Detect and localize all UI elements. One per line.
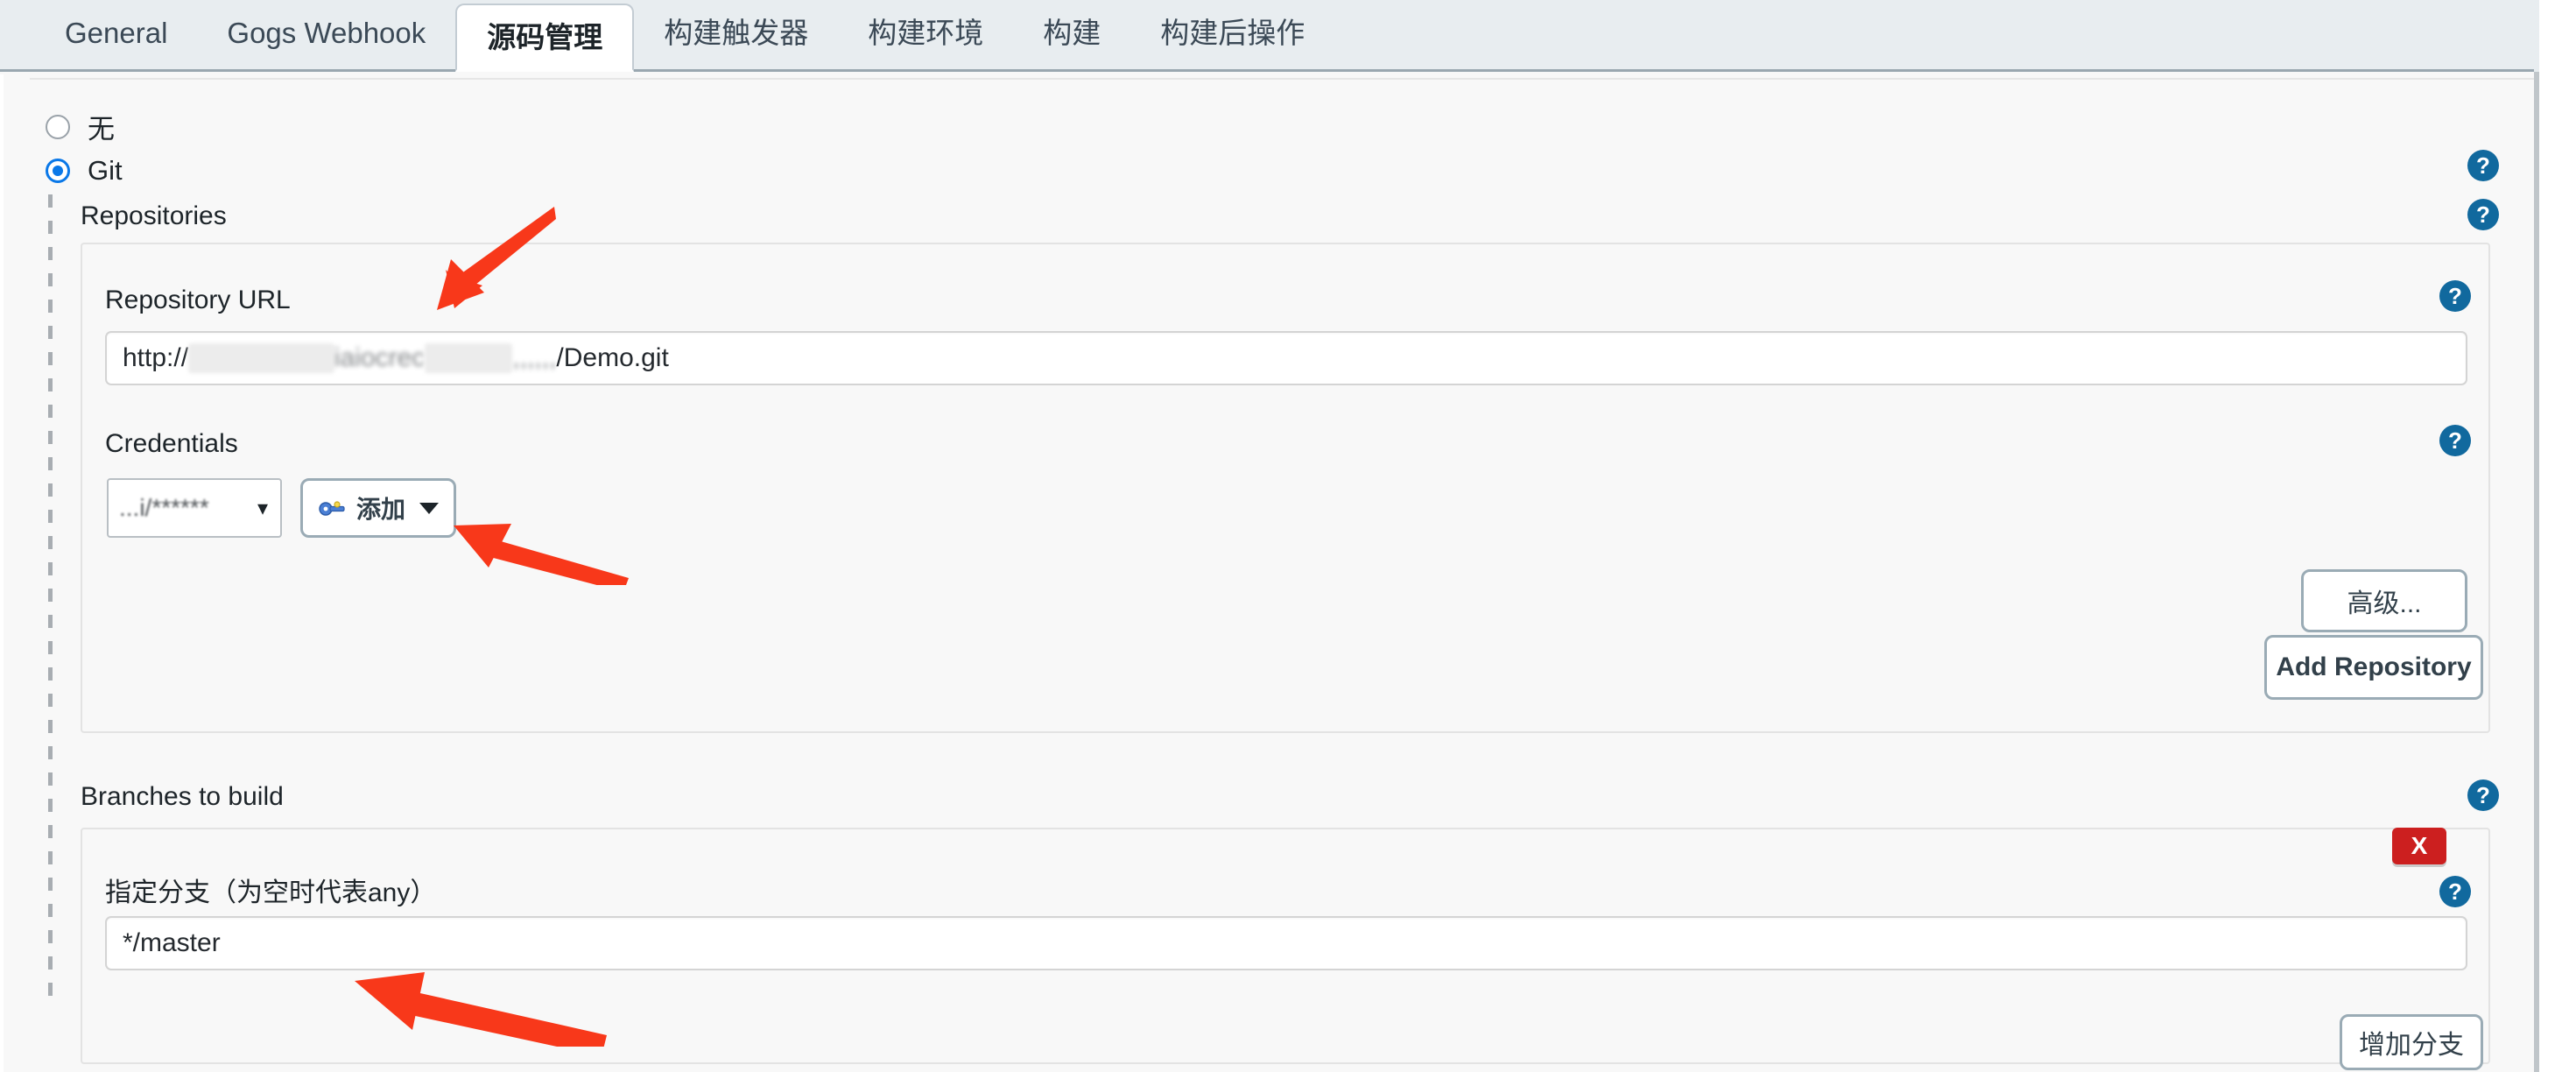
tab-build-triggers[interactable]: 构建触发器 xyxy=(634,0,838,69)
scm-option-none[interactable]: 无 xyxy=(46,107,115,146)
branch-spec-value: */master xyxy=(123,928,221,957)
tab-general[interactable]: General xyxy=(35,0,197,69)
help-icon-branch-spec[interactable]: ? xyxy=(2439,876,2471,907)
tab-list: General Gogs Webhook 源码管理 构建触发器 构建环境 构建 … xyxy=(0,0,1334,72)
add-credential-label: 添加 xyxy=(355,496,405,523)
add-credential-button[interactable]: 添加 xyxy=(300,478,456,538)
git-section-guide-line xyxy=(48,194,53,998)
add-branch-button[interactable]: 增加分支 xyxy=(2340,1014,2483,1070)
credentials-select-value: ...i/****** xyxy=(119,494,209,521)
credentials-label: Credentials xyxy=(105,429,238,458)
advanced-button-label: 高级... xyxy=(2347,589,2422,618)
repository-url-prefix: http:// xyxy=(123,343,189,372)
config-tab-bar: General Gogs Webhook 源码管理 构建触发器 构建环境 构建 … xyxy=(0,0,2576,72)
add-repository-button[interactable]: Add Repository xyxy=(2264,635,2483,700)
tab-gogs-webhook[interactable]: Gogs Webhook xyxy=(197,0,455,69)
credentials-select[interactable]: ...i/****** ▾ xyxy=(107,478,282,538)
scm-option-git-label: Git xyxy=(88,155,123,186)
branch-spec-label: 指定分支（为空时代表any） xyxy=(105,878,437,907)
chevron-down-icon: ▾ xyxy=(257,496,268,520)
branches-to-build-heading: Branches to build xyxy=(81,782,284,811)
repository-url-blurred-path: ,,,,,, xyxy=(512,343,557,372)
scm-config-page: General Gogs Webhook 源码管理 构建触发器 构建环境 构建 … xyxy=(0,0,2576,1072)
repository-url-redaction-2: uuuuuu xyxy=(425,343,513,373)
scm-option-none-label: 无 xyxy=(88,114,115,145)
tab-build-environment[interactable]: 构建环境 xyxy=(838,0,1013,69)
help-icon-git[interactable]: ? xyxy=(2467,150,2499,181)
caret-down-icon xyxy=(419,502,439,514)
page-right-margin xyxy=(2539,0,2576,1072)
scm-option-git[interactable]: Git xyxy=(46,155,123,187)
repository-url-input[interactable]: http://uuuuuuuuuuiaiocrecuuuuuu,,,,,,/De… xyxy=(105,331,2467,385)
help-icon-repository-url[interactable]: ? xyxy=(2439,280,2471,312)
help-icon-credentials[interactable]: ? xyxy=(2439,425,2471,456)
repository-url-suffix: /Demo.git xyxy=(556,343,669,372)
help-icon-branches[interactable]: ? xyxy=(2467,779,2499,811)
help-icon-repositories[interactable]: ? xyxy=(2467,199,2499,230)
tabbar-right-cap xyxy=(2534,0,2539,72)
radio-git[interactable] xyxy=(46,159,70,183)
tab-build[interactable]: 构建 xyxy=(1013,0,1130,69)
top-divider xyxy=(30,78,2534,80)
repositories-heading: Repositories xyxy=(81,201,227,230)
delete-branch-badge[interactable]: X xyxy=(2392,828,2446,864)
repository-url-label: Repository URL xyxy=(105,286,291,314)
add-branch-button-label: 增加分支 xyxy=(2359,1031,2464,1060)
add-repository-button-label: Add Repository xyxy=(2276,652,2472,681)
advanced-button[interactable]: 高级... xyxy=(2301,569,2467,632)
radio-none[interactable] xyxy=(46,114,70,139)
repository-url-blurred-host: iaiocrec xyxy=(334,343,426,372)
tab-source-code-management[interactable]: 源码管理 xyxy=(455,4,635,72)
branch-spec-input[interactable]: */master xyxy=(105,916,2467,970)
tab-post-build-actions[interactable]: 构建后操作 xyxy=(1130,0,1334,69)
repository-url-redaction-1: uuuuuuuuuu xyxy=(188,343,334,373)
key-icon xyxy=(318,498,348,518)
